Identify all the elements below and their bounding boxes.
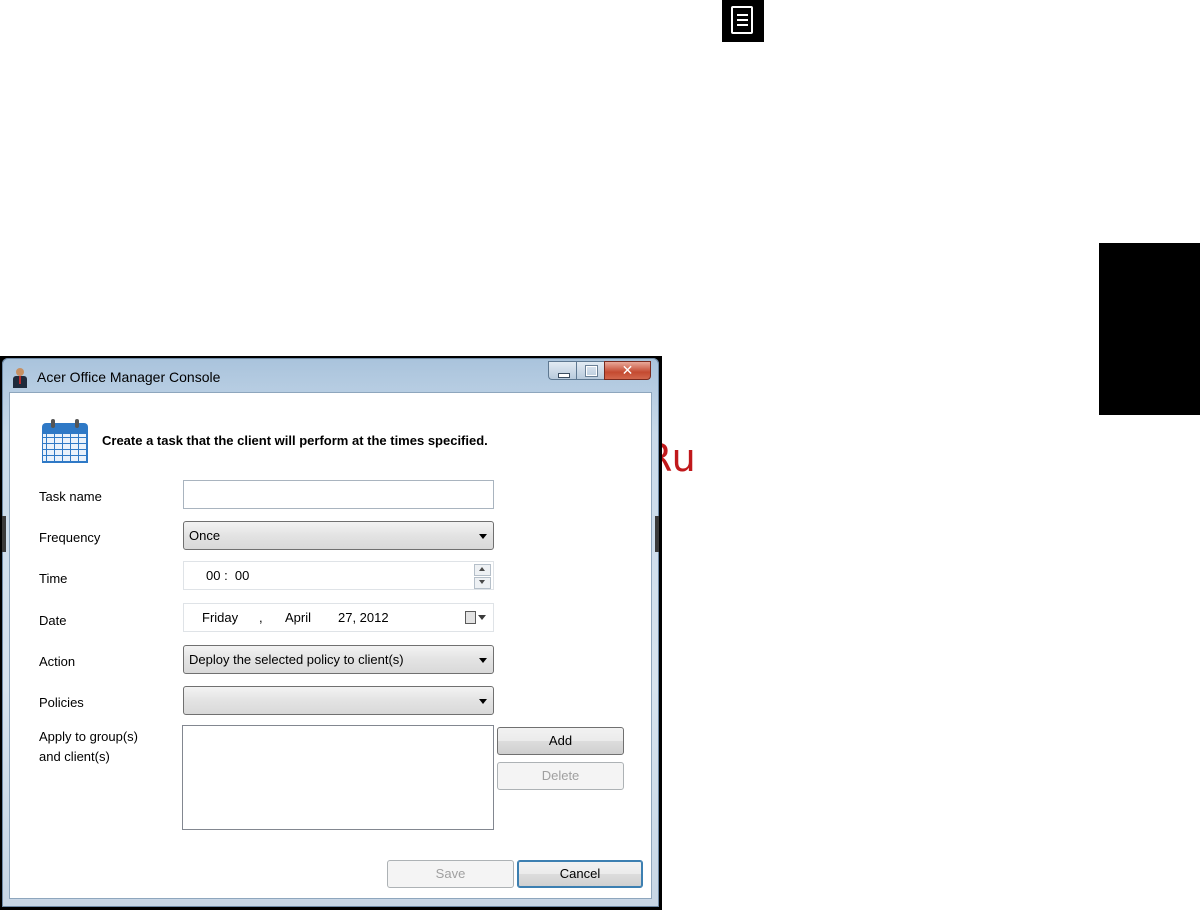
- frequency-select[interactable]: Once: [183, 521, 494, 550]
- task-name-label: Task name: [39, 489, 102, 504]
- policies-select[interactable]: [183, 686, 494, 715]
- time-picker[interactable]: 00 : 00: [183, 561, 494, 590]
- dialog-body: Create a task that the client will perfo…: [9, 392, 652, 899]
- chevron-down-icon: [479, 699, 487, 704]
- calendar-dropdown-icon[interactable]: [465, 611, 486, 625]
- close-icon: ✕: [621, 363, 634, 379]
- maximize-button[interactable]: [576, 361, 604, 380]
- action-label: Action: [39, 654, 76, 669]
- save-button[interactable]: Save: [387, 860, 514, 888]
- date-weekday: Friday: [202, 610, 239, 625]
- apply-label-line2: and client(s): [39, 749, 110, 764]
- spin-up-icon[interactable]: [474, 564, 491, 576]
- chevron-down-icon: [479, 658, 487, 663]
- section-tab: [1099, 243, 1200, 415]
- action-select[interactable]: Deploy the selected policy to client(s): [183, 645, 494, 674]
- minimize-icon: [558, 373, 570, 378]
- resize-grip-right[interactable]: [655, 516, 659, 552]
- time-value: 00 : 00: [206, 568, 250, 583]
- document-icon: [722, 0, 764, 42]
- add-button[interactable]: Add: [497, 727, 624, 755]
- policies-label: Policies: [39, 695, 84, 710]
- frequency-label: Frequency: [39, 530, 101, 545]
- task-name-input[interactable]: [183, 480, 494, 509]
- caption-buttons: ✕: [548, 361, 651, 381]
- person-icon[interactable]: [11, 368, 29, 388]
- time-label: Time: [39, 571, 68, 586]
- groups-clients-list[interactable]: [182, 725, 494, 830]
- date-label: Date: [39, 613, 67, 628]
- window-frame: Acer Office Manager Console ✕ Create a t…: [2, 358, 659, 907]
- close-button[interactable]: ✕: [604, 361, 651, 380]
- spin-down-icon[interactable]: [474, 577, 491, 589]
- delete-button[interactable]: Delete: [497, 762, 624, 790]
- maximize-icon: [586, 366, 597, 376]
- minimize-button[interactable]: [548, 361, 576, 380]
- title-bar[interactable]: Acer Office Manager Console ✕: [2, 358, 659, 392]
- date-day-year: 27, 2012: [338, 610, 389, 625]
- apply-label-line1: Apply to group(s): [39, 729, 138, 744]
- action-value: Deploy the selected policy to client(s): [189, 652, 404, 667]
- date-month: April: [285, 610, 312, 625]
- resize-grip-left[interactable]: [2, 516, 6, 552]
- cancel-button[interactable]: Cancel: [517, 860, 643, 888]
- time-spinner[interactable]: [474, 564, 491, 589]
- date-picker[interactable]: Friday , April 27, 2012: [183, 603, 494, 632]
- window-title: Acer Office Manager Console: [37, 369, 221, 385]
- calendar-icon: [42, 419, 88, 463]
- date-comma: ,: [259, 610, 263, 625]
- chevron-down-icon: [479, 534, 487, 539]
- dialog-heading: Create a task that the client will perfo…: [102, 433, 488, 448]
- frequency-value: Once: [189, 528, 221, 543]
- app-window: Acer Office Manager Console ✕ Create a t…: [0, 356, 662, 910]
